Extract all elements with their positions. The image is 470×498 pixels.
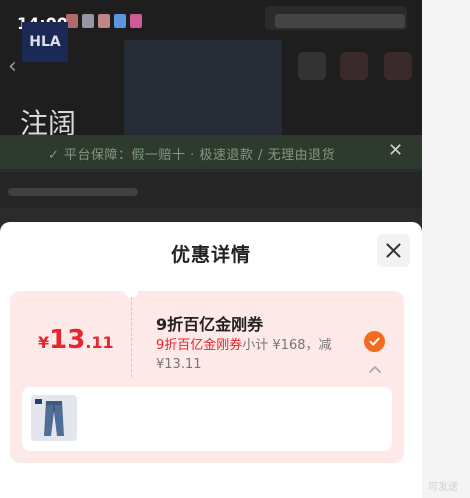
coupon-title: 9折百亿金刚券 — [156, 315, 264, 334]
close-icon — [386, 243, 401, 258]
status-icons — [66, 14, 142, 28]
coupon-notch — [124, 284, 138, 298]
background-row — [0, 172, 422, 208]
more-icon[interactable] — [384, 52, 412, 80]
chevron-up-icon[interactable] — [368, 364, 382, 374]
right-gutter — [422, 0, 470, 498]
coupon-card[interactable]: ¥13.11 9折百亿金刚券 9折百亿金刚券小计 ¥168，减 ¥13.11 — [10, 284, 404, 463]
jeans-image — [31, 395, 77, 441]
gutter-label: 可发送 — [428, 482, 458, 493]
coupon-divider — [131, 297, 132, 377]
selected-check-icon[interactable] — [364, 331, 385, 352]
share-icon[interactable] — [298, 52, 326, 80]
guarantee-text: ✓ 平台保障：假一赔十 · 极速退款 / 无理由退货 — [48, 148, 336, 163]
coupon-description: 9折百亿金刚券小计 ¥168，减 ¥13.11 — [156, 336, 354, 374]
amount-integer: 13 — [49, 325, 86, 355]
product-thumbnail[interactable] — [31, 395, 77, 441]
product-image-blur — [124, 40, 282, 135]
close-button[interactable] — [377, 234, 410, 267]
status-right-blur — [275, 14, 405, 28]
sheet-title: 优惠详情 — [170, 244, 251, 266]
amount-decimal: .11 — [85, 333, 114, 352]
back-arrow-icon[interactable]: ‹ — [8, 54, 30, 80]
applicable-products — [22, 387, 392, 451]
discount-sheet: 优惠详情 ¥13.11 9折百亿金刚券 9折百亿金刚券小计 ¥168，减 ¥13… — [0, 222, 422, 498]
guarantee-close-icon[interactable]: ✕ — [388, 140, 403, 161]
coupon-desc-highlight: 9折百亿金刚券 — [156, 338, 243, 353]
coupon-amount: ¥13.11 — [38, 325, 114, 355]
app-screen: 14:00 HLA ‹ 注阔 ✓ 平台保障：假一赔十 · 极速退款 / 无理由退… — [0, 0, 422, 498]
currency-symbol: ¥ — [38, 333, 50, 352]
cart-icon[interactable] — [340, 52, 368, 80]
